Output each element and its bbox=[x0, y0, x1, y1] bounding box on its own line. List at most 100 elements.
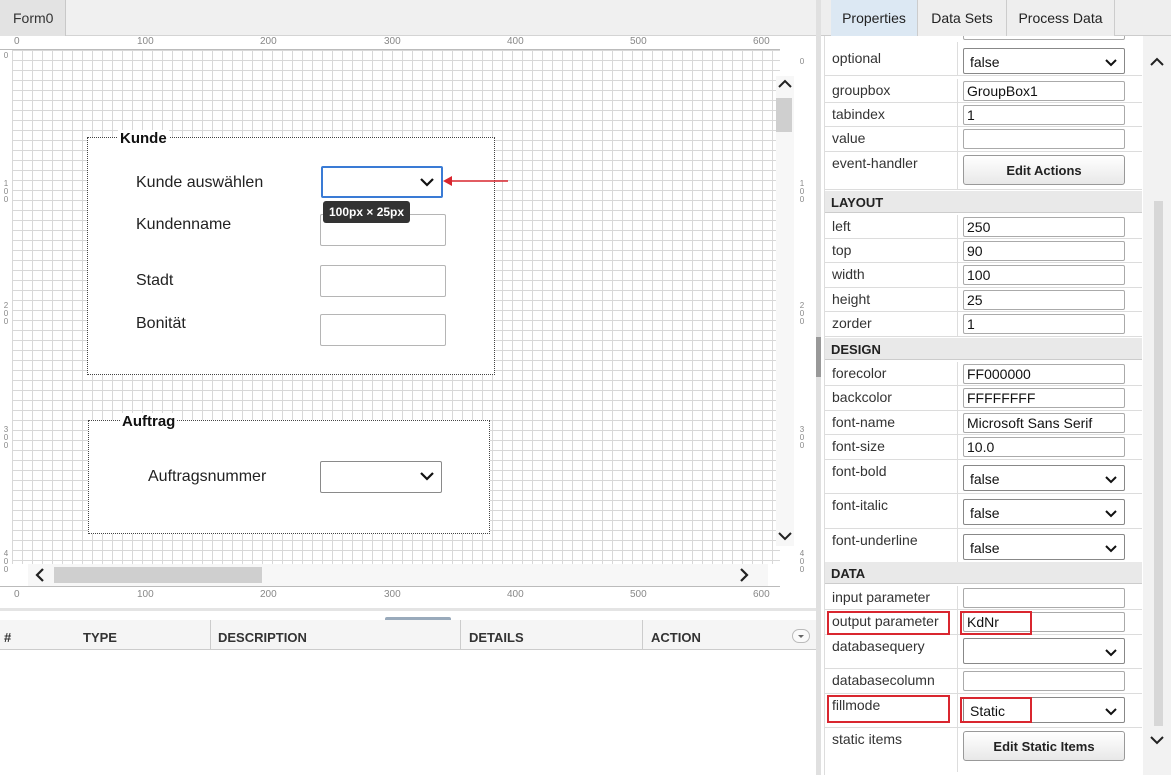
chevron-down-icon[interactable] bbox=[777, 528, 793, 547]
ruler-label: 200 bbox=[260, 36, 277, 47]
design-surface: 0 100 200 300 400 500 600 0 1 0 0 2 0 0 … bbox=[0, 36, 816, 608]
ruler-top: 0 100 200 300 400 500 600 bbox=[0, 36, 780, 50]
ruler-label: 2 0 0 bbox=[799, 301, 805, 326]
ruler-label: 0 bbox=[799, 57, 805, 66]
column-separator bbox=[210, 620, 211, 650]
input-width[interactable]: 100 bbox=[963, 265, 1125, 285]
tab-data-sets[interactable]: Data Sets bbox=[918, 0, 1007, 36]
column-divider bbox=[957, 127, 958, 151]
input-databasecolumn[interactable] bbox=[963, 671, 1125, 691]
select-font-italic[interactable]: false bbox=[963, 499, 1125, 525]
input-bonitaet[interactable] bbox=[320, 314, 446, 346]
column-header-number[interactable]: # bbox=[4, 630, 11, 645]
edit-actions-button[interactable]: Edit Actions bbox=[963, 155, 1125, 185]
ruler-label: 600 bbox=[753, 589, 770, 600]
chevron-down-icon[interactable] bbox=[1149, 732, 1165, 751]
grid-canvas[interactable]: Kunde Kunde auswählen Kundenname Stadt B… bbox=[12, 50, 780, 564]
input-input-parameter[interactable] bbox=[963, 588, 1125, 608]
chevron-left-icon[interactable] bbox=[32, 567, 48, 586]
tab-process-data[interactable]: Process Data bbox=[1007, 0, 1115, 36]
canvas-vertical-scrollbar[interactable] bbox=[776, 76, 794, 546]
select-value: false bbox=[970, 505, 1000, 521]
input-tabindex[interactable]: 1 bbox=[963, 105, 1125, 125]
label-kunde-auswaehlen: Kunde auswählen bbox=[136, 174, 264, 191]
ruler-label: 3 0 0 bbox=[3, 425, 9, 450]
properties-scrollbar[interactable] bbox=[1143, 36, 1171, 775]
property-row-tabindex: tabindex 1 bbox=[825, 103, 1142, 127]
property-row-font-name: font-name Microsoft Sans Serif bbox=[825, 411, 1142, 435]
section-header-design[interactable]: DESIGN bbox=[825, 338, 1142, 360]
property-row-zorder: zorder 1 bbox=[825, 312, 1142, 337]
select-kunde-auswaehlen[interactable] bbox=[321, 166, 443, 198]
property-row-font-bold: font-bold false bbox=[825, 460, 1142, 494]
column-divider bbox=[957, 79, 958, 102]
column-divider bbox=[957, 288, 958, 311]
scroll-thumb[interactable] bbox=[1154, 201, 1163, 726]
select-auftragsnummer[interactable] bbox=[320, 461, 442, 493]
select-optional[interactable]: false bbox=[963, 48, 1125, 74]
select-font-bold[interactable]: false bbox=[963, 465, 1125, 491]
scroll-thumb[interactable] bbox=[54, 567, 262, 583]
property-name: font-name bbox=[832, 414, 896, 430]
input-backcolor[interactable]: FFFFFFFF bbox=[963, 388, 1125, 408]
column-divider bbox=[957, 312, 958, 336]
input-forecolor[interactable]: FF000000 bbox=[963, 364, 1125, 384]
column-header-type[interactable]: TYPE bbox=[83, 630, 117, 645]
property-name: optional bbox=[832, 50, 882, 66]
input-height[interactable]: 25 bbox=[963, 290, 1125, 310]
property-row-font-italic: font-italic false bbox=[825, 494, 1142, 529]
edit-static-items-button[interactable]: Edit Static Items bbox=[963, 731, 1125, 761]
property-name: static items bbox=[832, 731, 903, 747]
ruler-label: 400 bbox=[507, 589, 524, 600]
input-value[interactable] bbox=[963, 129, 1125, 149]
property-name: forecolor bbox=[832, 365, 887, 381]
input-zorder[interactable]: 1 bbox=[963, 314, 1125, 334]
ruler-label: 4 0 0 bbox=[3, 549, 9, 574]
input-font-name[interactable]: Microsoft Sans Serif bbox=[963, 413, 1125, 433]
column-header-action[interactable]: ACTION bbox=[651, 630, 701, 645]
tab-properties[interactable]: Properties bbox=[831, 0, 918, 36]
chevron-down-icon bbox=[419, 468, 435, 487]
ruler-label: 100 bbox=[137, 589, 154, 600]
input-top[interactable]: 90 bbox=[963, 241, 1125, 261]
column-divider bbox=[957, 152, 958, 189]
column-separator bbox=[642, 620, 643, 650]
column-header-description[interactable]: DESCRIPTION bbox=[218, 630, 307, 645]
input-font-size[interactable]: 10.0 bbox=[963, 437, 1125, 457]
property-row-input-parameter: input parameter bbox=[825, 586, 1142, 610]
select-font-underline[interactable]: false bbox=[963, 534, 1125, 560]
column-header-details[interactable]: DETAILS bbox=[469, 630, 524, 645]
property-name: left bbox=[832, 218, 851, 234]
groupbox-auftrag[interactable]: Auftrag Auftragsnummer bbox=[88, 413, 490, 534]
column-divider bbox=[957, 635, 958, 668]
tab-form0[interactable]: Form0 bbox=[0, 0, 66, 36]
property-row-height: height 25 bbox=[825, 288, 1142, 312]
column-menu-button[interactable] bbox=[792, 629, 810, 643]
highlight-box bbox=[827, 695, 950, 723]
messages-table-header: # TYPE DESCRIPTION DETAILS ACTION bbox=[0, 620, 816, 650]
arrow-icon bbox=[443, 176, 508, 186]
property-value-field[interactable] bbox=[963, 36, 1125, 40]
ruler-right: 0 1 0 0 2 0 0 3 0 0 4 0 0 bbox=[796, 50, 810, 574]
chevron-right-icon[interactable] bbox=[736, 567, 752, 586]
property-name: height bbox=[832, 291, 871, 307]
form-tab-bar: Form0 bbox=[0, 0, 816, 36]
canvas-horizontal-scrollbar[interactable] bbox=[28, 564, 768, 586]
property-row-optional: optional false bbox=[825, 42, 1142, 76]
highlight-box bbox=[960, 611, 1032, 635]
ruler-label: 300 bbox=[384, 589, 401, 600]
section-header-layout[interactable]: LAYOUT bbox=[825, 191, 1142, 213]
groupbox-kunde[interactable]: Kunde Kunde auswählen Kundenname Stadt B… bbox=[87, 130, 495, 375]
input-groupbox[interactable]: GroupBox1 bbox=[963, 81, 1125, 101]
input-stadt[interactable] bbox=[320, 265, 446, 297]
section-header-data[interactable]: DATA bbox=[825, 562, 1142, 584]
select-databasequery[interactable] bbox=[963, 638, 1125, 664]
label-auftragsnummer: Auftragsnummer bbox=[148, 468, 267, 485]
chevron-up-icon[interactable] bbox=[1149, 54, 1165, 73]
ruler-bottom: 0 100 200 300 400 500 600 bbox=[0, 586, 780, 600]
property-grid: optional false groupbox GroupBox1 tabind… bbox=[824, 36, 1142, 775]
scroll-thumb[interactable] bbox=[776, 98, 792, 132]
input-left[interactable]: 250 bbox=[963, 217, 1125, 237]
chevron-up-icon[interactable] bbox=[777, 76, 793, 95]
property-name: font-size bbox=[832, 438, 885, 454]
